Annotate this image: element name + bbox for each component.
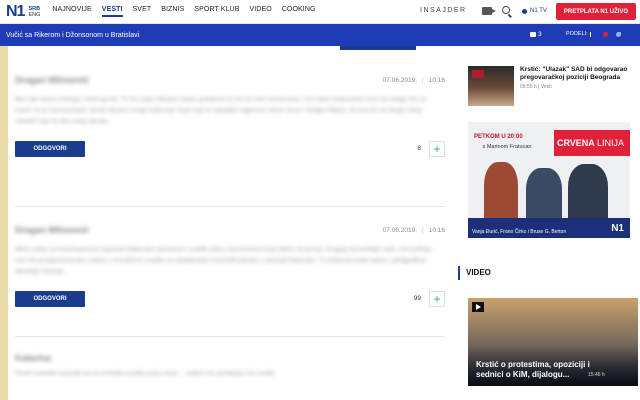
ad-person-1 xyxy=(484,162,518,220)
play-icon[interactable] xyxy=(472,302,484,312)
nav-video[interactable]: VIDEO xyxy=(249,6,271,17)
comment-text: Bez njih nema rešenja i neće ga biti. To… xyxy=(15,96,427,125)
comment-time: 10:16 xyxy=(428,76,445,84)
video-card[interactable]: Krstić o protestima, opoziciji i sednici… xyxy=(468,298,638,386)
news-title: Krstić: "Ulazak" SAD bi odgovarao pregov… xyxy=(520,66,628,81)
comment-text: Smeh mnesile racunati da se Amerika urad… xyxy=(15,370,275,377)
logo[interactable]: N1 SRB ENG xyxy=(6,3,40,21)
comment-divider xyxy=(15,206,445,207)
comment-count-value: 3 xyxy=(538,31,542,38)
ad-guests: Vanja Đurić, Frano Čirko i Bruse G. Bert… xyxy=(472,229,567,235)
video-section-title: VIDEO xyxy=(458,266,491,280)
n1-tv-label: N1 TV xyxy=(530,8,547,14)
ad-person-3 xyxy=(568,164,608,220)
news-card[interactable]: Krstić: "Ulazak" SAD bi odgovarao pregov… xyxy=(468,66,638,108)
nav-biznis[interactable]: BIZNIS xyxy=(161,6,184,17)
nav-vesti[interactable]: VESTI xyxy=(101,6,123,17)
video-title: Krstić o protestima, opoziciji i sednici… xyxy=(476,360,590,379)
right-sidebar: Krstić: "Ulazak" SAD bi odgovarao pregov… xyxy=(458,46,640,400)
comment-count[interactable]: 3 xyxy=(530,31,542,38)
lang-eng[interactable]: ENG xyxy=(28,12,40,18)
facebook-icon[interactable] xyxy=(590,32,595,37)
article-bar: Vučić sa Rikerom i Džonsonom u Bratislav… xyxy=(0,24,640,46)
upvote-button[interactable]: + xyxy=(429,141,445,157)
nav-svet[interactable]: SVET xyxy=(133,6,152,17)
comment-text: Mlnio treba sa Amerikancima napraviti bi… xyxy=(15,246,432,275)
share-label: PODELI: xyxy=(566,31,588,37)
n1-tv-link[interactable]: N1 TV xyxy=(522,8,547,14)
like-count: 8 xyxy=(417,145,421,152)
comment-author: Dragan Milosević xyxy=(15,225,90,235)
background-left xyxy=(0,0,8,400)
comment-author: Dragan Milosević xyxy=(15,75,90,85)
reply-button[interactable]: ODGOVORI xyxy=(15,141,85,157)
search-icon[interactable] xyxy=(502,6,510,14)
nav-sport-klub[interactable]: SPORT KLUB xyxy=(194,6,239,17)
twitter-icon[interactable] xyxy=(616,32,621,37)
news-meta: 09:55 h | Vesti xyxy=(520,84,552,90)
ad-bottom-bar xyxy=(468,218,630,238)
article-title[interactable]: Vučić sa Rikerom i Džonsonom u Bratislav… xyxy=(6,32,139,39)
video-camera-icon[interactable] xyxy=(482,7,496,15)
news-thumbnail xyxy=(468,66,514,106)
insajder-link[interactable]: INSAJDER xyxy=(420,7,467,14)
tv-icon xyxy=(522,8,527,14)
comment-divider xyxy=(15,336,445,337)
main-nav: NAJNOVIJE VESTI SVET BIZNIS SPORT KLUB V… xyxy=(52,6,325,17)
comment-item: Katarina Smeh mnesile racunati da se Ame… xyxy=(15,352,445,379)
comment-time: 10:16 xyxy=(428,226,445,234)
previous-reply-button[interactable] xyxy=(340,46,416,50)
comment-item: Dragan Milosević 07.06.2019. | 10:16 Bez… xyxy=(15,75,445,157)
ad-time: PETKOM U 20:00 xyxy=(474,134,523,140)
like-count: 99 xyxy=(413,295,421,302)
comment-item: Dragan Milosević 07.06.2019. | 10:16 Mln… xyxy=(15,225,445,307)
reply-button[interactable]: ODGOVORI xyxy=(15,291,85,307)
ad-host: s Marinom Fratucan xyxy=(482,144,532,150)
live-subscription-button[interactable]: PRETPLATA N1 UŽIVO xyxy=(556,3,636,20)
comment-date: 07.06.2019. xyxy=(382,76,418,84)
language-switch: SRB ENG xyxy=(28,6,40,18)
video-duration: 15:46 h xyxy=(588,372,605,378)
comment-date: 07.06.2019. xyxy=(382,226,418,234)
top-navigation: N1 SRB ENG NAJNOVIJE VESTI SVET BIZNIS S… xyxy=(0,0,640,24)
logo-mark: N1 xyxy=(6,2,25,20)
comments-section: Dragan Milosević 07.06.2019. | 10:16 Bez… xyxy=(10,46,454,400)
ad-brand: CRVENA LINIJA xyxy=(556,138,624,148)
ad-person-2 xyxy=(526,168,562,220)
nav-najnovije[interactable]: NAJNOVIJE xyxy=(52,6,91,17)
google-plus-icon[interactable] xyxy=(603,32,608,37)
nav-cooking[interactable]: COOKING xyxy=(282,6,316,17)
comment-author: Katarina xyxy=(15,353,52,363)
crvena-linija-ad[interactable]: CRVENA LINIJA PETKOM U 20:00 s Marinom F… xyxy=(468,122,630,238)
ad-channel-logo: N1 xyxy=(611,223,624,234)
comment-bubble-icon xyxy=(530,32,536,37)
upvote-button[interactable]: + xyxy=(429,291,445,307)
